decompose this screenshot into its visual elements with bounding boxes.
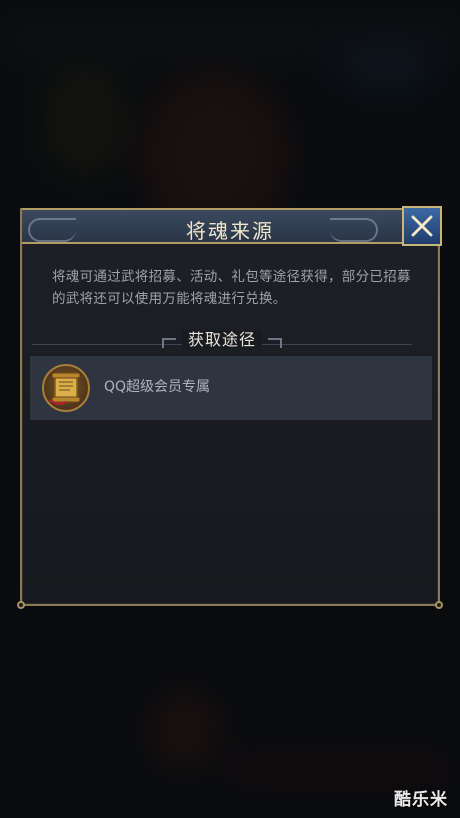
watermark-text: 酷乐米 bbox=[394, 790, 448, 810]
close-button[interactable] bbox=[402, 206, 442, 246]
dialog-description: 将魂可通过武将招募、活动、礼包等途径获得，部分已招募的武将还可以使用万能将魂进行… bbox=[52, 269, 411, 307]
source-item-qq-super-vip[interactable]: QQ超级会员专属 bbox=[30, 356, 432, 420]
section-title: 获取途径 bbox=[32, 326, 412, 350]
frame-corner-right bbox=[435, 601, 443, 609]
frame-corner-left bbox=[17, 601, 25, 609]
source-item-label: QQ超级会员专属 bbox=[104, 379, 211, 395]
dialog-title-bar: 将魂来源 bbox=[22, 206, 442, 246]
close-icon bbox=[411, 215, 433, 237]
section-title-text: 获取途径 bbox=[181, 330, 262, 349]
scroll-icon bbox=[42, 364, 90, 412]
dialog-title: 将魂来源 bbox=[186, 219, 274, 243]
soul-source-dialog: 将魂来源 将魂可通过武将招募、活动、礼包等途径获得，部分已招募的武将还可以使用万… bbox=[17, 206, 443, 609]
section-header: 获取途径 bbox=[32, 326, 412, 350]
